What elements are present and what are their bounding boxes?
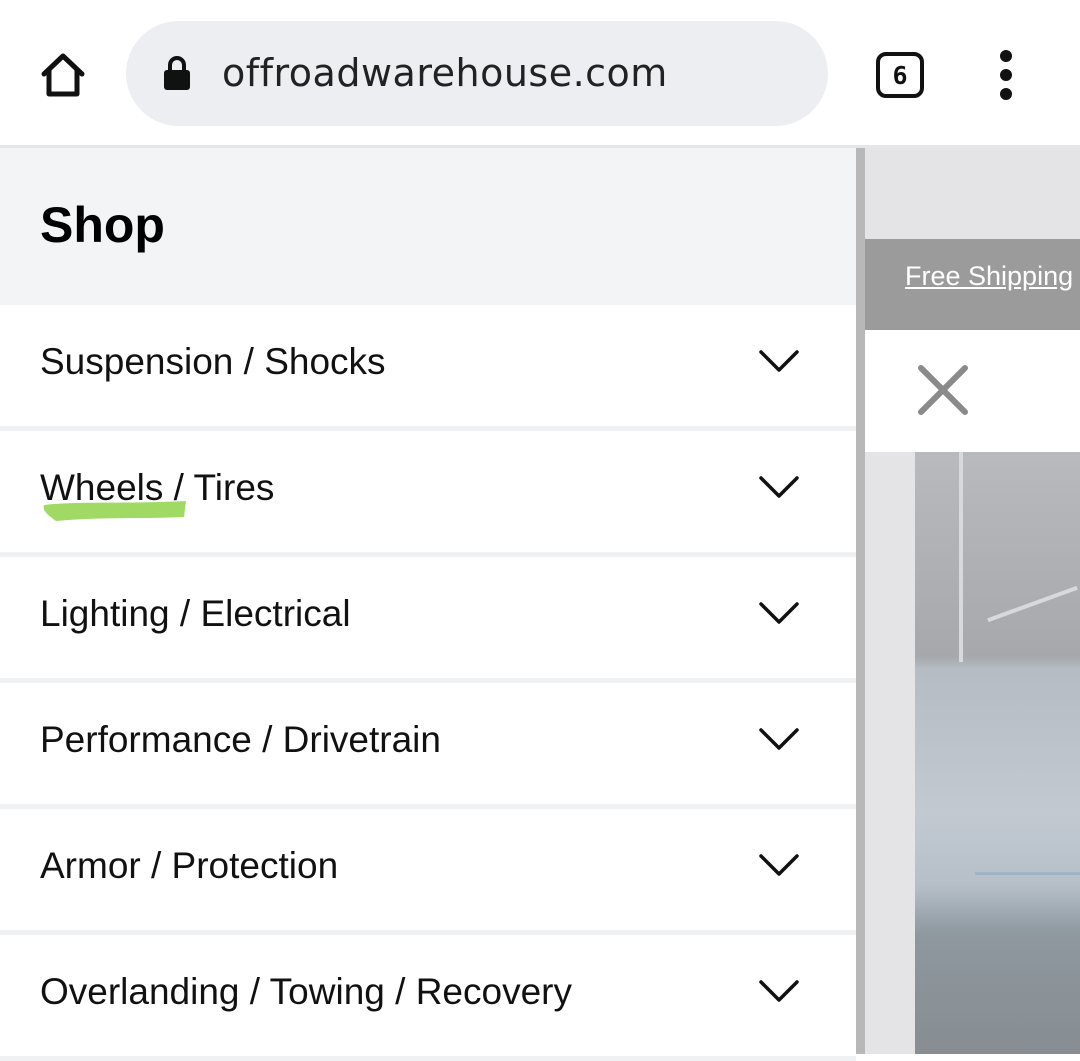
category-label: Lighting / Electrical — [40, 593, 351, 634]
chevron-down-icon[interactable] — [758, 979, 800, 1003]
hero-image — [915, 452, 1080, 1054]
category-suspension-shocks[interactable]: Suspension / Shocks — [0, 305, 856, 431]
page-background: Free Shipping — [865, 148, 1080, 1054]
more-options-button[interactable] — [988, 50, 1024, 100]
drawer-close-area — [865, 330, 1080, 452]
free-shipping-link[interactable]: Free Shipping — [905, 261, 1073, 292]
category-list: Suspension / Shocks Wheels / Tires Light… — [0, 305, 856, 1061]
chevron-down-icon[interactable] — [758, 727, 800, 751]
promo-bar: Free Shipping — [865, 239, 1080, 330]
category-label: Wheels / Tires — [40, 467, 275, 508]
drawer-title: Shop — [40, 197, 165, 253]
category-label: Overlanding / Towing / Recovery — [40, 971, 572, 1012]
tab-count: 6 — [892, 60, 908, 90]
drawer-scrollbar[interactable] — [856, 148, 865, 1054]
address-bar[interactable]: offroadwarehouse.com — [126, 21, 828, 126]
chevron-down-icon[interactable] — [758, 853, 800, 877]
category-overlanding-towing-recovery[interactable]: Overlanding / Towing / Recovery — [0, 935, 856, 1061]
category-armor-protection[interactable]: Armor / Protection — [0, 809, 856, 935]
chevron-down-icon[interactable] — [758, 475, 800, 499]
lock-icon — [164, 56, 190, 90]
url-text: offroadwarehouse.com — [222, 51, 668, 95]
drawer-header: Shop — [0, 148, 856, 305]
home-button[interactable] — [34, 46, 92, 104]
tab-switcher-button[interactable]: 6 — [876, 52, 924, 98]
chevron-down-icon[interactable] — [758, 601, 800, 625]
close-icon[interactable] — [917, 364, 969, 416]
category-performance-drivetrain[interactable]: Performance / Drivetrain — [0, 683, 856, 809]
category-wheels-tires[interactable]: Wheels / Tires — [0, 431, 856, 557]
category-lighting-electrical[interactable]: Lighting / Electrical — [0, 557, 856, 683]
home-icon — [41, 53, 85, 97]
chevron-down-icon[interactable] — [758, 349, 800, 373]
category-label: Armor / Protection — [40, 845, 339, 886]
shop-drawer: Shop Suspension / Shocks Wheels / Tires … — [0, 148, 856, 1061]
category-label: Suspension / Shocks — [40, 341, 386, 382]
browser-toolbar: offroadwarehouse.com 6 — [0, 0, 1080, 148]
category-label: Performance / Drivetrain — [40, 719, 441, 760]
